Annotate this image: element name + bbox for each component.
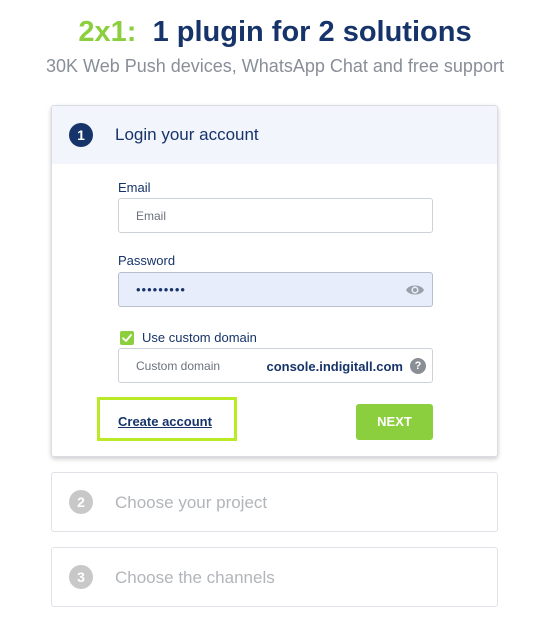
- next-button[interactable]: NEXT: [356, 404, 433, 440]
- project-step-card[interactable]: 2 Choose your project: [51, 472, 498, 532]
- headline-title: 1 plugin for 2 solutions: [152, 16, 472, 48]
- step-number-2: 2: [69, 490, 93, 514]
- email-label: Email: [118, 180, 151, 195]
- project-step-title: Choose your project: [115, 493, 268, 512]
- login-step-header: 1 Login your account: [52, 106, 497, 164]
- password-label: Password: [118, 253, 176, 268]
- create-account-link[interactable]: Create account: [118, 414, 212, 430]
- custom-domain-field[interactable]: Custom domain console.indigitall.com ?: [118, 348, 433, 383]
- login-step-card: 1 Login your account Email Email Passwor…: [51, 105, 498, 457]
- custom-domain-value: console.indigitall.com: [266, 359, 403, 374]
- login-step-title: Login your account: [115, 125, 259, 144]
- password-field[interactable]: •••••••••: [118, 272, 433, 307]
- question-mark-icon[interactable]: ?: [410, 358, 426, 374]
- checkmark-icon: [122, 334, 132, 342]
- channels-step-title: Choose the channels: [115, 568, 275, 587]
- step-number-3: 3: [69, 565, 93, 589]
- email-placeholder: Email: [136, 209, 167, 223]
- custom-domain-placeholder: Custom domain: [136, 359, 221, 373]
- password-value: •••••••••: [136, 282, 186, 297]
- custom-domain-checkbox[interactable]: [120, 331, 134, 345]
- custom-domain-checkbox-label[interactable]: Use custom domain: [142, 330, 257, 346]
- email-field[interactable]: Email: [118, 198, 433, 233]
- headline: 2x1: 1 plugin for 2 solutions: [0, 14, 550, 50]
- eye-icon[interactable]: [405, 281, 425, 299]
- subtitle: 30K Web Push devices, WhatsApp Chat and …: [46, 56, 504, 76]
- channels-step-card[interactable]: 3 Choose the channels: [51, 547, 498, 607]
- headline-accent: 2x1:: [78, 16, 137, 48]
- step-number-1: 1: [69, 123, 93, 147]
